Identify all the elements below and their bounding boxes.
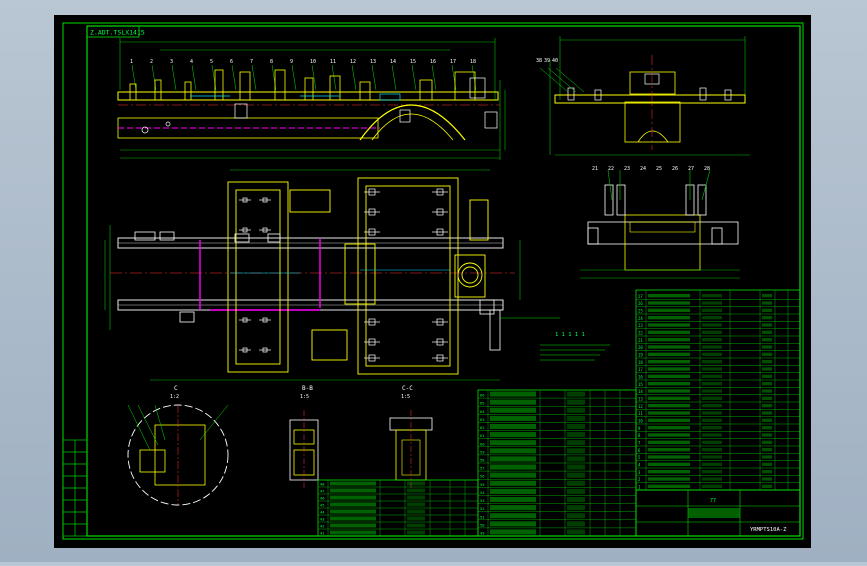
part-number-label: 3 xyxy=(170,59,173,65)
part-number-label: 39 xyxy=(544,58,550,64)
note-label: 1 1 1 1 1 xyxy=(555,332,585,338)
bom-row-number: 17 xyxy=(638,367,643,372)
part-number-label: 21 xyxy=(592,166,598,172)
bom-row-number: 22 xyxy=(638,331,643,336)
part-number-label: 16 xyxy=(430,59,436,65)
part-number-label: 17 xyxy=(450,59,456,65)
bom-row-number: 15 xyxy=(638,382,643,387)
bom-row-number: 41 xyxy=(320,531,325,536)
bom-row-number: 60 xyxy=(480,441,485,446)
bom-row-number: 27 xyxy=(638,294,643,299)
bom-row-number: 50 xyxy=(480,522,485,527)
part-number-label: 18 xyxy=(470,59,476,65)
part-number-label: 10 xyxy=(310,59,316,65)
part-number-label: 28 xyxy=(704,166,710,172)
part-number-label: 22 xyxy=(608,166,614,172)
bom-row-number: 13 xyxy=(638,397,643,402)
bom-row-number: 47 xyxy=(320,489,325,494)
part-number-label: 7 xyxy=(250,59,253,65)
part-number-label: 15 xyxy=(410,59,416,65)
part-number-label: 38 xyxy=(536,58,542,64)
bom-row-number: 65 xyxy=(480,401,485,406)
bom-row-number: 53 xyxy=(480,498,485,503)
part-number-label: 6 xyxy=(230,59,233,65)
svg-text:C: C xyxy=(174,385,178,392)
bom-row-number: 63 xyxy=(480,417,485,422)
bom-row-number: 46 xyxy=(320,496,325,501)
part-number-label: 1 xyxy=(130,59,133,65)
bom-row-number: 19 xyxy=(638,353,643,358)
bom-row-number: 16 xyxy=(638,375,643,380)
part-number-label: 23 xyxy=(624,166,630,172)
part-number-label: 25 xyxy=(656,166,662,172)
bom-row-number: 21 xyxy=(638,338,643,343)
bom-row-number: 10 xyxy=(638,419,643,424)
title-note: 77 xyxy=(710,498,716,504)
part-number-label: 24 xyxy=(640,166,646,172)
bom-row-number: 11 xyxy=(638,411,643,416)
svg-text:1:5: 1:5 xyxy=(401,394,410,400)
bom-row-number: 58 xyxy=(480,458,485,463)
part-number-label: 40 xyxy=(552,58,558,64)
bom-row-number: 56 xyxy=(480,474,485,479)
bom-row-number: 57 xyxy=(480,466,485,471)
svg-text:1:2: 1:2 xyxy=(170,394,179,400)
bom-row-number: 66 xyxy=(480,393,485,398)
part-number-label: 27 xyxy=(688,166,694,172)
bom-row-number: 52 xyxy=(480,506,485,511)
bom-row-number: 26 xyxy=(638,301,643,306)
title-code: YRMPTS10A-Z xyxy=(750,527,787,533)
bom-row-number: 44 xyxy=(320,510,325,515)
part-number-label: 12 xyxy=(350,59,356,65)
part-number-label: 11 xyxy=(330,59,336,65)
part-number-label: 4 xyxy=(190,59,193,65)
bom-row-number: 25 xyxy=(638,309,643,314)
bom-row-number: 54 xyxy=(480,490,485,495)
bom-row-number: 23 xyxy=(638,323,643,328)
drawing-number: Z.ADT.TSLX1415 xyxy=(90,29,145,37)
cad-viewport[interactable]: Z.ADT.TSLX1415 1 2 3 4 5 6 7 8 9 10 11 1… xyxy=(0,0,867,562)
bom-row-number: 59 xyxy=(480,449,485,454)
part-number-label: 5 xyxy=(210,59,213,65)
bom-row-number: 64 xyxy=(480,409,485,414)
bom-row-number: 55 xyxy=(480,482,485,487)
svg-text:C-C: C-C xyxy=(402,385,413,392)
part-number-label: 2 xyxy=(150,59,153,65)
drawing-number-box: Z.ADT.TSLX1415 xyxy=(86,25,145,38)
part-number-label: 9 xyxy=(290,59,293,65)
bom-row-number: 43 xyxy=(320,517,325,522)
svg-text:1:5: 1:5 xyxy=(300,394,309,400)
part-number-label: 14 xyxy=(390,59,396,65)
bom-row-number: 51 xyxy=(480,514,485,519)
bom-row-number: 12 xyxy=(638,404,643,409)
bom-row-number: 42 xyxy=(320,524,325,529)
bom-row-number: 18 xyxy=(638,360,643,365)
svg-text:B-B: B-B xyxy=(302,385,313,392)
part-number-label: 13 xyxy=(370,59,376,65)
bom-row-number: 61 xyxy=(480,433,485,438)
bom-row-number: 48 xyxy=(320,482,325,487)
bom-row-number: 24 xyxy=(638,316,643,321)
bom-row-number: 20 xyxy=(638,345,643,350)
part-number-label: 8 xyxy=(270,59,273,65)
bom-row-number: 45 xyxy=(320,503,325,508)
bom-row-number: 14 xyxy=(638,389,643,394)
part-number-label: 26 xyxy=(672,166,678,172)
bom-row-number: 62 xyxy=(480,425,485,430)
bom-row-number: 49 xyxy=(480,531,485,536)
